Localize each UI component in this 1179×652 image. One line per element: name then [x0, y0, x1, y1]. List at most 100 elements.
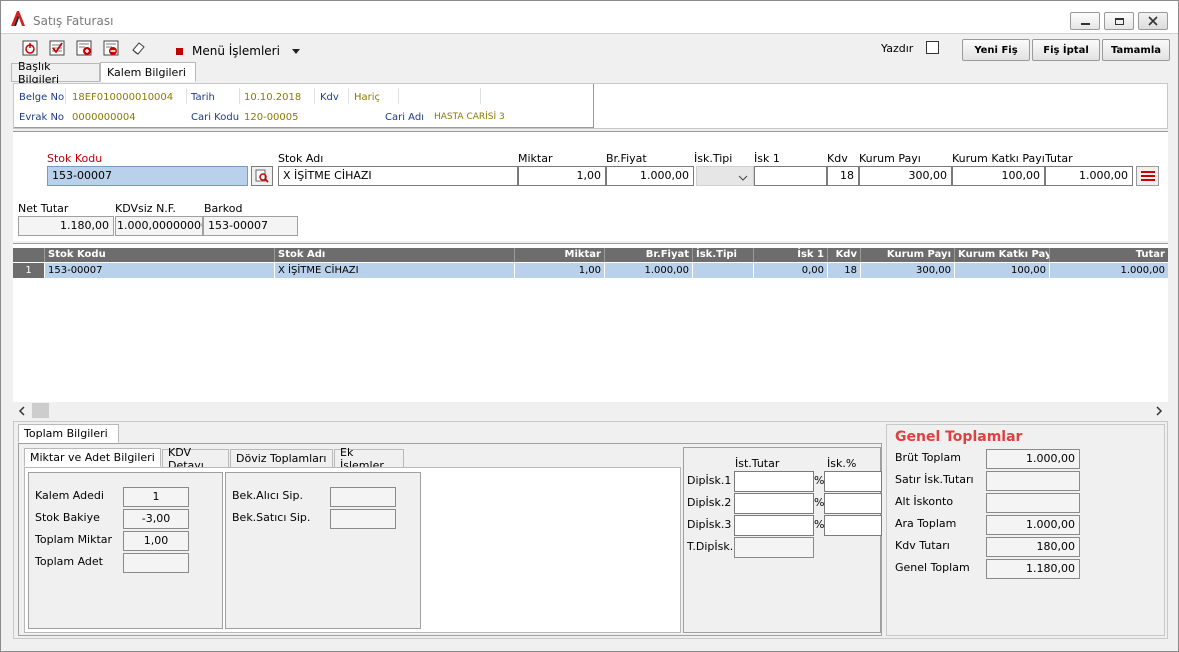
footer-discount3-amount-input[interactable] — [734, 515, 814, 536]
amount-label: Tutar — [1045, 152, 1073, 165]
grid-header-cell[interactable]: Kurum Katkı Payı — [955, 248, 1050, 262]
search-icon — [255, 169, 269, 183]
stock-code-input[interactable]: 153-00007 — [47, 166, 248, 186]
discount1-label: İsk 1 — [754, 152, 780, 165]
header-info-grid: Belge No 18EF010000010004 Tarih 10.10.20… — [14, 84, 594, 128]
menu-bullet-icon — [176, 47, 183, 55]
complete-button[interactable]: Tamamla — [1102, 39, 1170, 61]
quantity-label: Miktar — [518, 152, 553, 165]
voucher-number-value: 0000000004 — [72, 112, 136, 123]
barcode-label: Barkod — [204, 202, 243, 215]
quantity-group: Kalem Adedi 1 Stok Bakiye -3,00 Toplam M… — [28, 472, 223, 629]
sub-discount-value — [986, 493, 1080, 513]
grid-header-cell[interactable]: Kdv — [828, 248, 861, 262]
institution-contribution-input[interactable]: 100,00 — [952, 166, 1045, 186]
row-amount: 1.000,00 — [1120, 265, 1165, 276]
scroll-right-icon[interactable] — [1154, 406, 1164, 416]
totals-section: Toplam Bilgileri Miktar ve Adet Bilgiler… — [13, 421, 1168, 639]
row-vat-rate: 18 — [828, 263, 861, 278]
subtotal-value: 1.000,00 — [986, 515, 1080, 535]
subtab-currency-totals[interactable]: Döviz Toplamları — [230, 449, 333, 468]
row-menu-button[interactable] — [1136, 166, 1159, 186]
discount-type-select[interactable] — [696, 166, 754, 186]
total-quantity-value: 1,00 — [123, 531, 189, 551]
maximize-button[interactable] — [1104, 12, 1134, 30]
footer-discount2-pct-input[interactable] — [824, 493, 882, 514]
minimize-button[interactable] — [1070, 12, 1100, 30]
grid-header-cell[interactable]: Br.Fiyat — [605, 248, 693, 262]
scroll-left-icon[interactable] — [17, 406, 27, 416]
tab-header-info[interactable]: Başlık Bilgileri — [11, 60, 100, 86]
add-row-icon[interactable] — [75, 39, 93, 57]
subtab-extra-operations[interactable]: Ek İşlemler — [334, 446, 404, 472]
print-checkbox[interactable] — [926, 41, 939, 54]
footer-discount2-label: Dipİsk.2 — [687, 496, 732, 509]
cancel-receipt-button[interactable]: Fiş İptal — [1032, 39, 1100, 61]
header-info-panel: Belge No 18EF010000010004 Tarih 10.10.20… — [13, 83, 1168, 129]
hamburger-icon — [1140, 171, 1155, 181]
item-count-value: 1 — [123, 487, 189, 507]
window-title: Satış Faturası — [33, 14, 114, 28]
quantity-input[interactable]: 1,00 — [518, 166, 606, 186]
amount-input[interactable]: 1.000,00 — [1045, 166, 1133, 186]
horizontal-scrollbar[interactable] — [13, 402, 1168, 419]
footer-discount1-pct-input[interactable] — [824, 471, 882, 492]
print-label: Yazdır — [881, 42, 914, 55]
invoice-window: Satış Faturası Menü İşlemleri Yazdır Yen… — [0, 0, 1179, 652]
grid-header-cell[interactable]: Stok Adı — [275, 248, 515, 262]
percent-sign: % — [814, 518, 825, 531]
new-receipt-button[interactable]: Yeni Fiş — [962, 39, 1030, 61]
grid-header-cell[interactable]: İsk 1 — [754, 248, 828, 262]
pending-purchase-value — [330, 487, 396, 507]
footer-discount3-pct-input[interactable] — [824, 515, 882, 536]
totals-info-panel: Miktar ve Adet Bilgileri KDV Detayı Dövi… — [18, 443, 882, 636]
discount-pct-header-label: İsk.% — [827, 457, 857, 470]
vat-label: Kdv — [320, 92, 339, 103]
grid-header-cell[interactable]: Miktar — [515, 248, 605, 262]
stock-search-button[interactable] — [251, 166, 273, 186]
table-row[interactable]: 1 153-00007 X İŞİTME CİHAZI 1,00 1.000,0… — [13, 263, 1168, 278]
scrollbar-thumb[interactable] — [32, 403, 49, 418]
net-amount-label: Net Tutar — [18, 202, 69, 215]
footer-discount1-amount-input[interactable] — [734, 471, 814, 492]
institution-share-input[interactable]: 300,00 — [859, 166, 952, 186]
row-unit-price: 1.000,00 — [605, 263, 693, 278]
checklist-icon[interactable] — [48, 39, 66, 57]
grid-header-cell[interactable]: Stok Kodu — [45, 248, 275, 262]
percent-sign: % — [814, 474, 825, 487]
total-count-value — [123, 553, 189, 573]
close-button[interactable] — [1138, 12, 1168, 30]
percent-sign: % — [814, 496, 825, 509]
stock-name-input[interactable]: X İŞİTME CİHAZI — [278, 166, 518, 186]
institution-share-label: Kurum Payı — [859, 152, 921, 165]
unit-price-input[interactable]: 1.000,00 — [606, 166, 694, 186]
date-value: 10.10.2018 — [244, 92, 302, 103]
general-totals-title: Genel Toplamlar — [895, 429, 1023, 445]
footer-discount2-amount-input[interactable] — [734, 493, 814, 514]
grid-header-cell[interactable]: Kurum Payı — [861, 248, 955, 262]
eraser-icon[interactable] — [129, 39, 147, 57]
footer-discount3-label: Dipİsk.3 — [687, 518, 732, 531]
power-icon[interactable] — [21, 39, 39, 57]
amount-header-label: İst.Tutar — [735, 457, 780, 470]
sub-discount-label: Alt İskonto — [895, 495, 954, 508]
institution-contribution-label: Kurum Katkı Payı — [952, 152, 1045, 165]
general-totals-panel: Genel Toplamlar Brüt Toplam 1.000,00 Sat… — [886, 424, 1165, 636]
items-grid: Stok Kodu Stok Adı Miktar Br.Fiyat İsk.T… — [13, 243, 1168, 419]
remove-row-icon[interactable] — [102, 39, 120, 57]
grid-header-cell[interactable]: İsk.Tipi — [693, 248, 754, 262]
subtab-quantity[interactable]: Miktar ve Adet Bilgileri — [24, 448, 161, 467]
row-discount1: 0,00 — [754, 263, 828, 278]
subtab-vat-detail[interactable]: KDV Detayı — [162, 446, 229, 472]
app-logo-icon — [10, 11, 26, 26]
maximize-icon — [1114, 17, 1124, 25]
pending-sale-value — [330, 509, 396, 529]
discount1-input[interactable] — [754, 166, 827, 186]
tab-totals-info[interactable]: Toplam Bilgileri — [18, 424, 119, 443]
menu-operations-dropdown[interactable]: Menü İşlemleri — [176, 44, 300, 58]
vat-rate-input[interactable]: 18 — [827, 166, 859, 186]
tab-item-info[interactable]: Kalem Bilgileri — [100, 62, 196, 82]
grid-header-cell[interactable]: Tutar — [1050, 248, 1168, 262]
item-entry-panel: Stok Kodu Stok Adı Miktar Br.Fiyat İsk.T… — [13, 131, 1168, 241]
row-number: 1 — [13, 263, 45, 278]
